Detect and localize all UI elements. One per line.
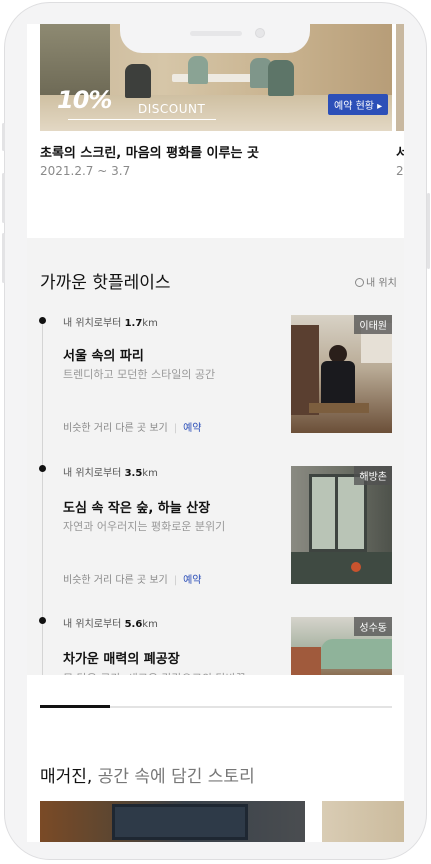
mute-switch xyxy=(2,123,5,151)
place-links: 비슷한 거리 다른 곳 보기 | 예약 xyxy=(63,423,202,434)
place-description: 트렌디하고 모던한 스타일의 공간 xyxy=(63,368,216,381)
hero-date: 2021.2.7 ~ 3.7 xyxy=(40,164,131,178)
similar-distance-link[interactable]: 비슷한 거리 다른 곳 보기 xyxy=(63,575,168,586)
magazine-title: 매거진, 공간 속에 담긴 스토리 xyxy=(40,767,255,787)
timeline-dot xyxy=(39,465,46,472)
reservation-status-button[interactable]: 예약 현황 ▸ xyxy=(328,94,389,115)
carousel-progress-fill xyxy=(40,705,111,708)
my-location-label: 내 위치 xyxy=(366,278,397,289)
place-distance: 내 위치로부터 3.5km xyxy=(63,468,158,479)
next-card-image[interactable] xyxy=(396,24,404,131)
place-name[interactable]: 도심 속 작은 숲, 하늘 산장 xyxy=(63,497,210,516)
reserve-link[interactable]: 예약 xyxy=(183,423,201,434)
place-description: 자연과 어우러지는 평화로운 분위기 xyxy=(63,520,226,533)
place-thumbnail[interactable]: 성수동 xyxy=(291,617,392,675)
reserve-link[interactable]: 예약 xyxy=(183,575,201,586)
location-target-icon xyxy=(355,278,364,287)
discount-label: DISCOUNT xyxy=(138,102,206,116)
place-thumbnail[interactable]: 해방촌 xyxy=(291,466,392,584)
app-screen: 10% DISCOUNT 예약 현황 ▸ 초록의 스크린, 마음의 평화를 이루… xyxy=(27,24,404,842)
speaker-icon xyxy=(190,31,242,36)
place-name[interactable]: 차가운 매력의 폐공장 xyxy=(63,648,180,667)
timeline-dot xyxy=(39,617,46,624)
area-tag: 성수동 xyxy=(354,617,392,636)
next-card-date: 2 xyxy=(396,164,404,178)
next-card-title[interactable]: 서 xyxy=(396,142,404,161)
discount-percent: 10% xyxy=(57,86,112,114)
volume-up-button xyxy=(2,173,5,223)
my-location-button[interactable]: 내 위치 xyxy=(355,274,397,289)
place-links: 비슷한 거리 다른 곳 보기 | 예약 xyxy=(63,575,202,586)
area-tag: 해방촌 xyxy=(354,466,392,485)
nearby-title: 가까운 핫플레이스 xyxy=(40,273,171,293)
volume-down-button xyxy=(2,233,5,283)
place-distance: 내 위치로부터 1.7km xyxy=(63,318,158,329)
magazine-card-image[interactable] xyxy=(40,801,305,842)
nearby-section xyxy=(27,238,404,675)
power-button xyxy=(427,193,430,269)
area-tag: 이태원 xyxy=(354,315,392,334)
timeline-line xyxy=(42,320,43,680)
hero-title[interactable]: 초록의 스크린, 마음의 평화를 이루는 곳 xyxy=(40,142,259,161)
discount-underline xyxy=(68,119,216,120)
magazine-card-image-next[interactable] xyxy=(322,801,404,842)
place-name[interactable]: 서울 속의 파리 xyxy=(63,345,144,364)
phone-notch xyxy=(120,24,310,53)
timeline-dot xyxy=(39,317,46,324)
place-distance: 내 위치로부터 5.6km xyxy=(63,619,158,630)
similar-distance-link[interactable]: 비슷한 거리 다른 곳 보기 xyxy=(63,423,168,434)
camera-icon xyxy=(255,28,265,38)
place-thumbnail[interactable]: 이태원 xyxy=(291,315,392,433)
